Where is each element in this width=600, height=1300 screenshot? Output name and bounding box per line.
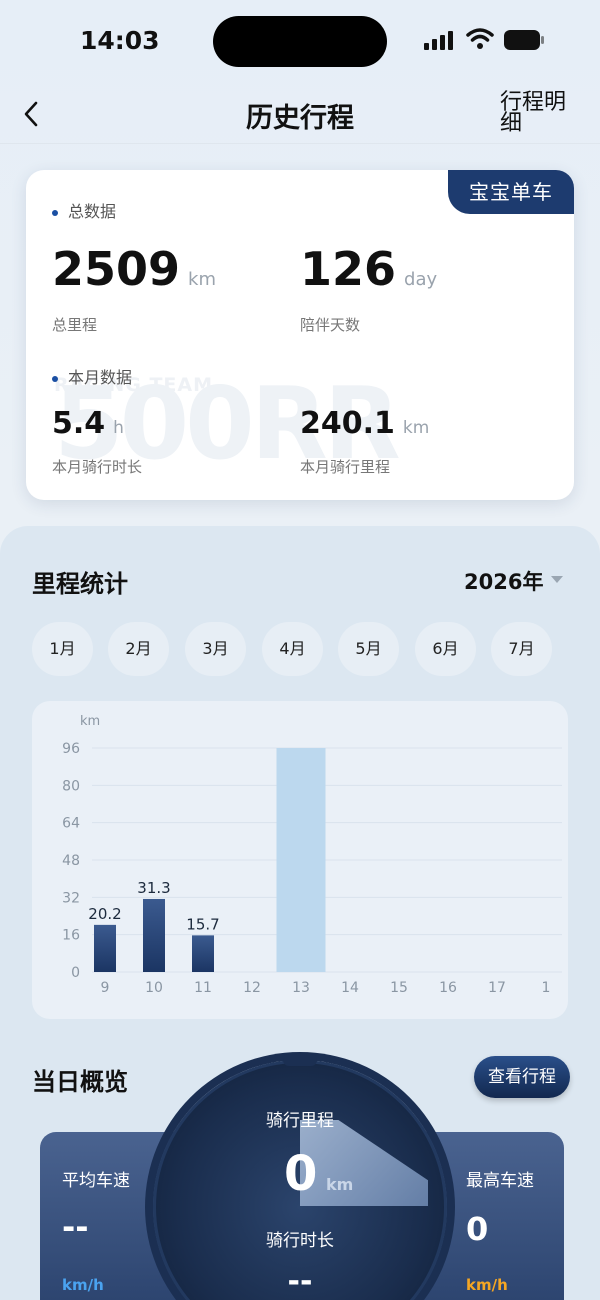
bar-data-label: 20.2 [88, 905, 121, 923]
bar-data-label: 15.7 [186, 915, 219, 933]
overview-title: 当日概览 [32, 1068, 128, 1096]
year-selector[interactable]: 2026年 [464, 566, 543, 596]
view-trip-button[interactable]: 查看行程 [474, 1056, 570, 1098]
month-tab[interactable]: 1月 [32, 622, 93, 676]
mileage-chart-card: km 0 16 32 48 64 80 96 20.2 9 31.3 10 15.7 11 12 13 14 15… [32, 701, 568, 1019]
chart-bar[interactable] [192, 935, 214, 972]
y-tick-label: 48 [62, 853, 80, 869]
month-mileage-label: 本月骑行里程 [300, 458, 391, 476]
bullet-dot-icon [52, 209, 58, 216]
ride-duration-label: 骑行时长 [266, 1231, 334, 1251]
y-tick-label: 0 [71, 965, 80, 981]
y-tick-label: 64 [62, 816, 80, 832]
ride-duration-value: -- [287, 1264, 313, 1299]
gauge-knob [283, 1054, 317, 1066]
ride-mileage-unit: km [326, 1175, 354, 1194]
month-tab[interactable]: 4月 [262, 622, 323, 676]
y-axis-label: km [80, 714, 100, 729]
y-tick-label: 32 [62, 890, 80, 906]
bullet-dot-icon [52, 375, 58, 382]
month-tab[interactable]: 6月 [415, 622, 476, 676]
ride-mileage-value: 0 [284, 1146, 318, 1202]
avg-speed-label: 平均车速 [62, 1171, 130, 1191]
x-tick-label: 17 [488, 980, 506, 996]
month-tab[interactable]: 3月 [185, 622, 246, 676]
x-tick-label: 13 [292, 980, 310, 996]
x-tick-label: 12 [243, 980, 261, 996]
wifi-icon [466, 28, 494, 49]
status-time: 14:03 [80, 26, 160, 55]
month-duration-label: 本月骑行时长 [52, 458, 143, 476]
total-mileage-label: 总里程 [52, 316, 98, 334]
month-tab[interactable]: 2月 [108, 622, 169, 676]
y-tick-label: 96 [62, 741, 80, 757]
month-mileage-value: 240.1 km [300, 406, 430, 441]
summary-card: RACING TEAM 500RR 宝宝单车 总数据 2509 km 总里程 12… [26, 170, 574, 500]
max-speed-label: 最高车速 [466, 1171, 534, 1191]
y-tick-label: 16 [62, 928, 80, 944]
vehicle-badge[interactable]: 宝宝单车 [448, 170, 574, 214]
mileage-bar-chart[interactable]: km 0 16 32 48 64 80 96 20.2 9 31.3 10 15.7 11 12 13 14 15… [32, 701, 568, 1019]
month-tabs: 1月 2月 3月 4月 5月 6月 7月 [32, 622, 600, 676]
nav-bar: 历史行程 行程明细 [0, 84, 600, 144]
chart-bar[interactable] [276, 748, 326, 972]
x-tick-label: 1 [542, 980, 551, 996]
days-label: 陪伴天数 [300, 316, 361, 334]
cellular-signal-icon [424, 30, 456, 50]
battery-icon [504, 30, 544, 50]
trip-details-link[interactable]: 行程明细 [500, 92, 580, 135]
x-tick-label: 14 [341, 980, 359, 996]
caret-down-icon[interactable] [551, 576, 563, 583]
month-tab[interactable]: 5月 [338, 622, 399, 676]
x-tick-label: 10 [145, 980, 163, 996]
total-mileage-value: 2509 km [52, 242, 216, 296]
chart-bar[interactable] [94, 924, 116, 972]
month-duration-value: 5.4 h [52, 406, 124, 441]
dynamic-island [213, 16, 387, 67]
x-tick-label: 9 [101, 980, 110, 996]
days-value: 126 day [300, 242, 438, 296]
bar-data-label: 31.3 [137, 879, 170, 897]
total-data-header: 总数据 [52, 198, 116, 222]
status-bar: 14:03 [0, 0, 600, 84]
x-tick-label: 16 [439, 980, 457, 996]
month-data-header: 本月数据 [52, 364, 132, 388]
y-tick-label: 80 [62, 778, 80, 794]
x-tick-label: 11 [194, 980, 212, 996]
x-tick-label: 15 [390, 980, 408, 996]
stats-title: 里程统计 [32, 570, 128, 598]
ride-mileage-label: 骑行里程 [266, 1111, 334, 1131]
month-tab[interactable]: 7月 [491, 622, 552, 676]
chart-bar[interactable] [143, 898, 165, 972]
